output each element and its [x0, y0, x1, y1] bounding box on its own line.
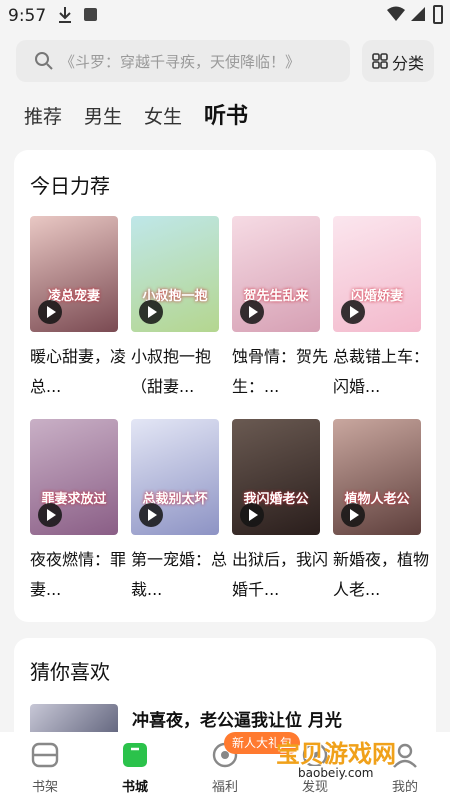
tab-recommend[interactable]: 推荐 — [24, 102, 62, 132]
battery-icon — [433, 5, 443, 24]
book-cover[interactable]: 罪妻求放过 — [30, 419, 118, 535]
nav-welfare-label: 福利 — [211, 780, 238, 795]
search-icon — [35, 52, 53, 70]
book-cover[interactable]: 我闪婚老公 — [232, 419, 320, 535]
tab-audiobook[interactable]: 听书 — [204, 102, 248, 132]
status-bar: 9:57 — [0, 0, 450, 32]
play-icon[interactable] — [240, 300, 264, 324]
book-cover[interactable]: 小叔抱一抱 — [131, 216, 219, 332]
book-card[interactable]: 贺先生乱来 蚀骨情：贺先生：... — [232, 216, 328, 402]
search-bar[interactable]: 《斗罗：穿越千寻疾，天使降临！》 — [16, 40, 350, 82]
play-icon[interactable] — [139, 503, 163, 527]
status-time: 9:57 — [8, 6, 47, 26]
play-icon[interactable] — [38, 300, 62, 324]
book-title[interactable]: 夜夜燃情：罪妻... — [30, 545, 126, 605]
bookshelf-icon — [31, 742, 59, 768]
channel-tabs: 推荐 男生 女生 听书 — [24, 100, 248, 132]
book-title[interactable]: 蚀骨情：贺先生：... — [232, 342, 328, 402]
book-card[interactable]: 我闪婚老公 出狱后，我闪婚千... — [232, 419, 328, 605]
book-cover[interactable]: 贺先生乱来 — [232, 216, 320, 332]
play-icon[interactable] — [341, 300, 365, 324]
tab-male[interactable]: 男生 — [84, 102, 122, 132]
category-button[interactable]: 分类 — [362, 40, 434, 82]
nav-bookstore-label: 书城 — [121, 780, 148, 795]
nav-bookstore[interactable]: 书城 — [90, 732, 180, 800]
app-notification-icon — [84, 8, 97, 21]
guess-book-title[interactable]: 冲喜夜，老公逼我让位 月光 — [132, 706, 342, 731]
book-title[interactable]: 新婚夜，植物人老... — [333, 545, 429, 605]
book-card[interactable]: 凌总宠妻 暖心甜妻，凌总... — [30, 216, 126, 402]
bookstore-icon — [123, 743, 147, 767]
book-card[interactable]: 闪婚娇妻 总裁错上车：闪婚... — [333, 216, 429, 402]
nav-bookshelf[interactable]: 书架 — [0, 732, 90, 800]
grid-icon — [372, 53, 388, 69]
wifi-icon — [387, 6, 405, 21]
search-placeholder: 《斗罗：穿越千寻疾，天使降临！》 — [60, 53, 301, 71]
recommend-title: 今日力荐 — [30, 174, 110, 198]
book-title[interactable]: 总裁错上车：闪婚... — [333, 342, 429, 402]
download-icon — [59, 7, 71, 23]
book-card[interactable]: 植物人老公 新婚夜，植物人老... — [333, 419, 429, 605]
book-card[interactable]: 罪妻求放过 夜夜燃情：罪妻... — [30, 419, 126, 605]
book-card[interactable]: 小叔抱一抱 小叔抱一抱（甜妻... — [131, 216, 219, 402]
nav-bookshelf-label: 书架 — [31, 780, 58, 795]
book-card[interactable]: 总裁别太坏 第一宠婚：总裁... — [131, 419, 227, 605]
book-cover[interactable]: 总裁别太坏 — [131, 419, 219, 535]
signal-icon — [411, 7, 425, 21]
play-icon[interactable] — [139, 300, 163, 324]
tab-female[interactable]: 女生 — [144, 102, 182, 132]
book-cover[interactable]: 凌总宠妻 — [30, 216, 118, 332]
watermark-url: baobeiy.com — [296, 766, 376, 780]
recommend-section: 今日力荐 凌总宠妻 暖心甜妻，凌总... 小叔抱一抱 小叔抱一抱（甜妻... 贺… — [14, 150, 436, 622]
play-icon[interactable] — [38, 503, 62, 527]
book-cover[interactable]: 闪婚娇妻 — [333, 216, 421, 332]
book-title[interactable]: 暖心甜妻，凌总... — [30, 342, 126, 402]
book-title[interactable]: 第一宠婚：总裁... — [131, 545, 227, 605]
book-cover[interactable]: 植物人老公 — [333, 419, 421, 535]
play-icon[interactable] — [341, 503, 365, 527]
play-icon[interactable] — [240, 503, 264, 527]
book-title[interactable]: 小叔抱一抱（甜妻... — [131, 342, 227, 402]
category-button-label: 分类 — [392, 54, 425, 73]
book-title[interactable]: 出狱后，我闪婚千... — [232, 545, 328, 605]
guess-title: 猜你喜欢 — [30, 660, 110, 684]
watermark-text: 宝贝游戏网 — [276, 740, 396, 768]
